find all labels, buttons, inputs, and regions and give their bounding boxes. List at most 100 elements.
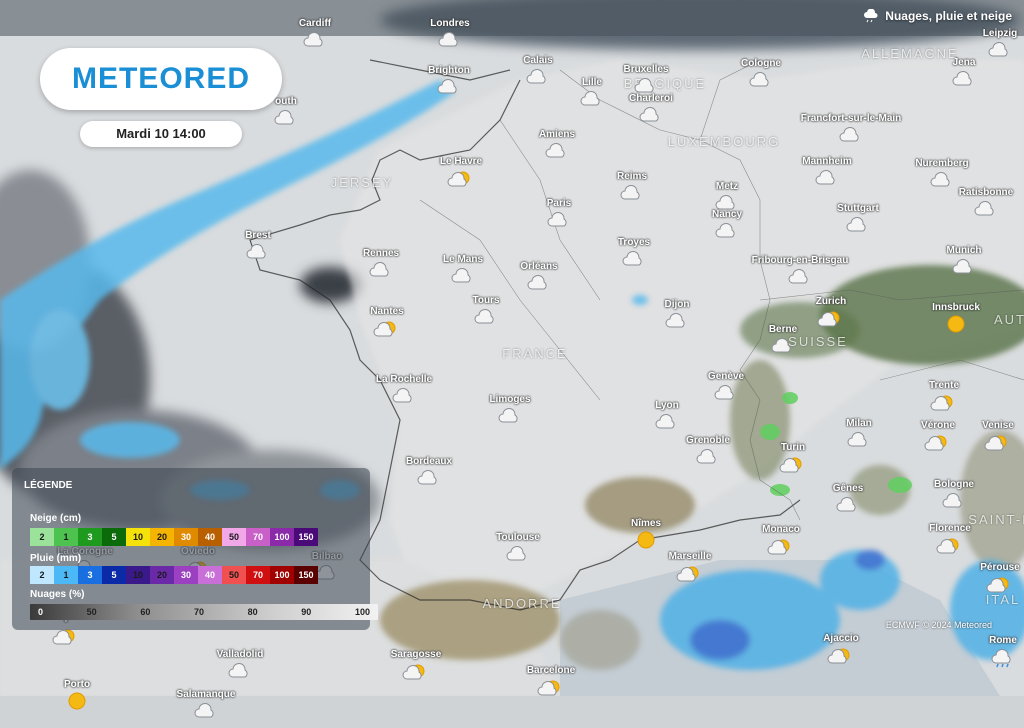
city-label[interactable]: Zurich — [816, 296, 847, 307]
cloud-icon[interactable] — [504, 544, 532, 564]
city-label[interactable]: Pérouse — [980, 562, 1019, 573]
cloud-icon[interactable] — [972, 199, 1000, 219]
cloud-sun-icon[interactable] — [537, 677, 565, 697]
city-label[interactable]: Tours — [472, 295, 499, 306]
cloud-icon[interactable] — [543, 141, 571, 161]
city-label[interactable]: Mannheim — [802, 156, 851, 167]
cloud-icon[interactable] — [928, 170, 956, 190]
cloud-sun-icon[interactable] — [767, 536, 795, 556]
cloud-icon[interactable] — [244, 242, 272, 262]
city-label[interactable]: Lyon — [655, 400, 679, 411]
city-label[interactable]: Vérone — [921, 420, 955, 431]
cloud-rain-icon[interactable] — [989, 647, 1017, 668]
city-label[interactable]: Leipzig — [983, 28, 1017, 39]
date-selector[interactable]: Mardi 10 14:00 — [80, 121, 242, 147]
cloud-sun-icon[interactable] — [676, 563, 704, 583]
cloud-sun-icon[interactable] — [817, 308, 845, 328]
city-label[interactable]: Orléans — [520, 261, 557, 272]
cloud-icon[interactable] — [525, 273, 553, 293]
cloud-icon[interactable] — [834, 495, 862, 515]
city-label[interactable]: Calais — [523, 55, 552, 66]
city-label[interactable]: Londres — [430, 18, 469, 29]
city-label[interactable]: Gênes — [833, 483, 864, 494]
cloud-icon[interactable] — [769, 336, 797, 356]
city-label[interactable]: Florence — [929, 523, 971, 534]
city-label[interactable]: Toulouse — [496, 532, 540, 543]
city-label[interactable]: Innsbruck — [932, 302, 980, 313]
city-label[interactable]: La Rochelle — [376, 374, 432, 385]
cloud-icon[interactable] — [390, 386, 418, 406]
city-label[interactable]: Brest — [245, 230, 271, 241]
city-label[interactable]: Stuttgart — [837, 203, 879, 214]
sun-icon[interactable] — [632, 530, 660, 550]
sun-icon[interactable] — [63, 691, 91, 711]
city-label[interactable]: Berne — [769, 324, 797, 335]
city-label[interactable]: Jena — [953, 57, 976, 68]
city-label[interactable]: Saragosse — [391, 649, 442, 660]
cloud-icon[interactable] — [845, 430, 873, 450]
city-label[interactable]: Le Havre — [440, 156, 482, 167]
city-label[interactable]: Bordeaux — [406, 456, 452, 467]
meteored-logo[interactable]: METEORED — [40, 48, 282, 110]
cloud-icon[interactable] — [545, 210, 573, 230]
cloud-icon[interactable] — [950, 69, 978, 89]
layer-title[interactable]: Nuages, pluie et neige — [863, 9, 1012, 23]
city-label[interactable]: Milan — [846, 418, 872, 429]
city-label[interactable]: Genève — [708, 371, 744, 382]
cloud-icon[interactable] — [637, 105, 665, 125]
cloud-icon[interactable] — [272, 108, 300, 128]
cloud-sun-icon[interactable] — [779, 454, 807, 474]
city-label[interactable]: Ajaccio — [823, 633, 859, 644]
city-label[interactable]: Limoges — [489, 394, 530, 405]
city-label[interactable]: Nuremberg — [915, 158, 968, 169]
city-label[interactable]: outh — [275, 96, 297, 107]
city-label[interactable]: Porto — [64, 679, 90, 690]
cloud-sun-icon[interactable] — [827, 645, 855, 665]
cloud-sun-icon[interactable] — [373, 318, 401, 338]
city-label[interactable]: Grenoble — [686, 435, 730, 446]
city-label[interactable]: Ratisbonne — [959, 187, 1013, 198]
city-label[interactable]: Francfort-sur-le-Main — [801, 113, 902, 124]
cloud-icon[interactable] — [524, 67, 552, 87]
city-label[interactable]: Cologne — [741, 58, 781, 69]
city-label[interactable]: Barcelone — [527, 665, 575, 676]
cloud-icon[interactable] — [367, 260, 395, 280]
cloud-sun-icon[interactable] — [936, 535, 964, 555]
cloud-icon[interactable] — [950, 257, 978, 277]
cloud-sun-icon[interactable] — [930, 392, 958, 412]
cloud-icon[interactable] — [940, 491, 968, 511]
cloud-icon[interactable] — [813, 168, 841, 188]
city-label[interactable]: Cardiff — [299, 18, 331, 29]
city-label[interactable]: Munich — [947, 245, 982, 256]
cloud-icon[interactable] — [620, 249, 648, 269]
cloud-icon[interactable] — [663, 311, 691, 331]
city-label[interactable]: Lille — [582, 77, 602, 88]
cloud-icon[interactable] — [653, 412, 681, 432]
city-label[interactable]: Rome — [989, 635, 1017, 646]
city-label[interactable]: Venise — [982, 420, 1014, 431]
cloud-icon[interactable] — [435, 77, 463, 97]
city-label[interactable]: Valladolid — [217, 649, 264, 660]
city-label[interactable]: Monaco — [762, 524, 800, 535]
city-label[interactable]: Amiens — [539, 129, 575, 140]
cloud-icon[interactable] — [844, 215, 872, 235]
cloud-icon[interactable] — [472, 307, 500, 327]
cloud-icon[interactable] — [694, 447, 722, 467]
city-label[interactable]: Nancy — [712, 209, 742, 220]
city-label[interactable]: Dijon — [665, 299, 690, 310]
city-label[interactable]: Trente — [929, 380, 959, 391]
cloud-icon[interactable] — [449, 266, 477, 286]
cloud-icon[interactable] — [713, 221, 741, 241]
city-label[interactable]: Rennes — [363, 248, 399, 259]
city-label[interactable]: Salamanque — [177, 689, 236, 700]
cloud-icon[interactable] — [301, 30, 329, 50]
cloud-icon[interactable] — [786, 267, 814, 287]
cloud-icon[interactable] — [837, 125, 865, 145]
city-label[interactable]: Metz — [716, 181, 738, 192]
city-label[interactable]: Marseille — [669, 551, 712, 562]
cloud-sun-icon[interactable] — [924, 432, 952, 452]
cloud-icon[interactable] — [496, 406, 524, 426]
city-label[interactable]: Charleroi — [629, 93, 673, 104]
cloud-icon[interactable] — [226, 661, 254, 681]
cloud-sun-icon[interactable] — [984, 432, 1012, 452]
